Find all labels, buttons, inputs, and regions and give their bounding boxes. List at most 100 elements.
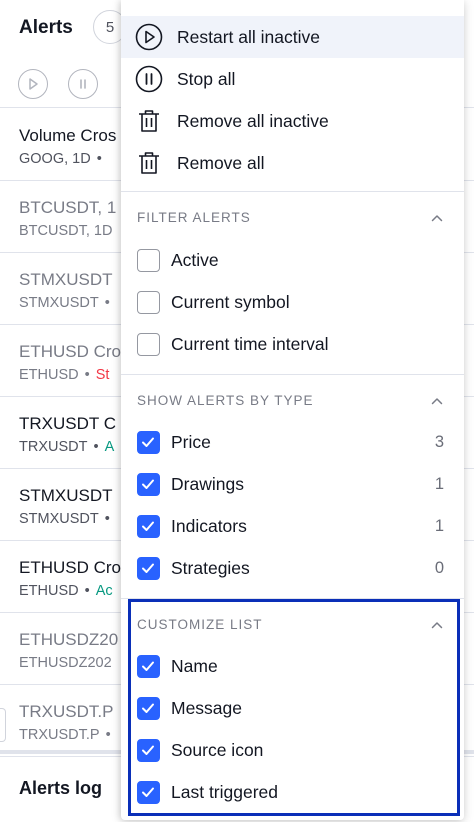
filter-active-option[interactable]: Active: [121, 240, 464, 282]
chevron-up-icon: [431, 622, 443, 629]
alert-row-subtitle: BTCUSDT, 1D: [19, 223, 112, 239]
filter-current-interval-option[interactable]: Current time interval: [121, 324, 464, 366]
checkmark-icon: [142, 787, 154, 797]
type-price-option[interactable]: Price 3: [121, 422, 464, 464]
menu-divider: [121, 598, 464, 599]
alert-row-title: ETHUSDZ20: [19, 630, 119, 649]
filter-alerts-header[interactable]: FILTER ALERTS: [121, 196, 464, 240]
alert-row-symbol: STMXUSDT: [19, 511, 99, 527]
filter-current-symbol-option[interactable]: Current symbol: [121, 282, 464, 324]
play-all-button[interactable]: [18, 69, 48, 99]
pause-circle-icon: [135, 65, 163, 93]
alerts-title: Alerts: [19, 17, 73, 38]
alert-row-subtitle: STMXUSDT •: [19, 295, 116, 311]
separator-dot: •: [84, 367, 90, 383]
type-price-count: 3: [434, 433, 444, 451]
alert-row-subtitle: TRXUSDT.P •: [19, 727, 117, 743]
last-triggered-checkbox[interactable]: [137, 781, 160, 804]
strategies-checkbox[interactable]: [137, 557, 160, 580]
trash-icon: [135, 149, 163, 177]
pause-all-button[interactable]: [68, 69, 98, 99]
customize-message-label: Message: [171, 698, 243, 718]
alert-row-symbol: ETHUSD: [19, 583, 79, 599]
separator-dot: •: [104, 511, 110, 527]
alert-row-subtitle: GOOG, 1D •: [19, 151, 108, 167]
current-symbol-checkbox[interactable]: [137, 291, 160, 314]
type-drawings-option[interactable]: Drawings 1: [121, 464, 464, 506]
alert-row-status: Ac: [95, 583, 113, 599]
checkmark-icon: [142, 437, 154, 447]
alert-row-title: ETHUSD Cro: [19, 342, 122, 361]
message-checkbox[interactable]: [137, 697, 160, 720]
type-drawings-label: Drawings: [171, 474, 244, 494]
separator-dot: •: [93, 439, 99, 455]
stop-all-item[interactable]: Stop all: [121, 58, 464, 100]
stop-all-label: Stop all: [177, 69, 236, 89]
alert-row-subtitle: TRXUSDT • A: [19, 439, 114, 455]
alert-row-title: Volume Cros: [19, 126, 117, 145]
type-indicators-label: Indicators: [171, 516, 247, 536]
alerts-settings-menu: Restart all inactive Stop all Remove all…: [121, 0, 464, 820]
indicators-checkbox[interactable]: [137, 515, 160, 538]
price-checkbox[interactable]: [137, 431, 160, 454]
chevron-up-icon: [431, 215, 443, 222]
checkmark-icon: [142, 745, 154, 755]
filter-alerts-title: FILTER ALERTS: [137, 210, 251, 225]
alert-row-symbol: TRXUSDT: [19, 439, 88, 455]
customize-last-triggered-label: Last triggered: [171, 782, 279, 802]
separator-dot: •: [104, 295, 110, 311]
type-indicators-option[interactable]: Indicators 1: [121, 506, 464, 548]
restart-all-inactive-label: Restart all inactive: [177, 27, 320, 47]
play-icon: [29, 78, 38, 90]
remove-all-inactive-item[interactable]: Remove all inactive: [121, 100, 464, 142]
alert-row-title: STMXUSDT: [19, 270, 113, 289]
alert-row-subtitle: ETHUSD • Ac: [19, 583, 113, 599]
list-scroll-handle[interactable]: [0, 708, 6, 742]
type-indicators-count: 1: [434, 517, 444, 535]
active-checkbox[interactable]: [137, 249, 160, 272]
checkmark-icon: [142, 703, 154, 713]
alert-row-symbol: TRXUSDT.P: [19, 727, 100, 743]
pause-icon: [80, 79, 86, 89]
filter-current-interval-label: Current time interval: [171, 334, 329, 354]
type-strategies-option[interactable]: Strategies 0: [121, 548, 464, 590]
customize-name-option[interactable]: Name: [121, 646, 464, 688]
remove-all-item[interactable]: Remove all: [121, 142, 464, 184]
alert-row-title: TRXUSDT.P: [19, 702, 114, 721]
alert-row-title: TRXUSDT C: [19, 414, 116, 433]
remove-all-inactive-label: Remove all inactive: [177, 111, 329, 131]
name-checkbox[interactable]: [137, 655, 160, 678]
checkmark-icon: [142, 563, 154, 573]
alert-row-title: STMXUSDT: [19, 486, 113, 505]
alert-row-symbol: STMXUSDT: [19, 295, 99, 311]
filter-current-symbol-label: Current symbol: [171, 292, 290, 312]
alert-row-symbol: BTCUSDT, 1D: [19, 223, 113, 239]
menu-divider: [121, 374, 464, 375]
current-time-interval-checkbox[interactable]: [137, 333, 160, 356]
customize-message-option[interactable]: Message: [121, 688, 464, 730]
source-icon-checkbox[interactable]: [137, 739, 160, 762]
alert-row-symbol: ETHUSD: [19, 367, 79, 383]
type-strategies-count: 0: [434, 559, 444, 577]
drawings-checkbox[interactable]: [137, 473, 160, 496]
alert-row-subtitle: STMXUSDT •: [19, 511, 116, 527]
trash-icon: [135, 107, 163, 135]
customize-source-icon-option[interactable]: Source icon: [121, 730, 464, 772]
chevron-up-icon: [431, 398, 443, 405]
alerts-by-type-header[interactable]: SHOW ALERTS BY TYPE: [121, 379, 464, 423]
alerts-by-type-title: SHOW ALERTS BY TYPE: [137, 393, 314, 408]
customize-list-header[interactable]: CUSTOMIZE LIST: [121, 603, 464, 647]
restart-all-inactive-item[interactable]: Restart all inactive: [121, 16, 464, 58]
alert-row-title: ETHUSD Cro: [19, 558, 122, 577]
customize-name-label: Name: [171, 656, 218, 676]
checkmark-icon: [142, 521, 154, 531]
type-drawings-count: 1: [434, 475, 444, 493]
alert-row-subtitle: ETHUSDZ202: [19, 655, 112, 671]
separator-dot: •: [105, 727, 111, 743]
separator-dot: •: [84, 583, 90, 599]
remove-all-label: Remove all: [177, 153, 265, 173]
customize-last-triggered-option[interactable]: Last triggered: [121, 772, 464, 814]
alert-row-status: A: [104, 439, 115, 455]
menu-divider: [121, 191, 464, 192]
alerts-log-title: Alerts log: [19, 778, 103, 798]
